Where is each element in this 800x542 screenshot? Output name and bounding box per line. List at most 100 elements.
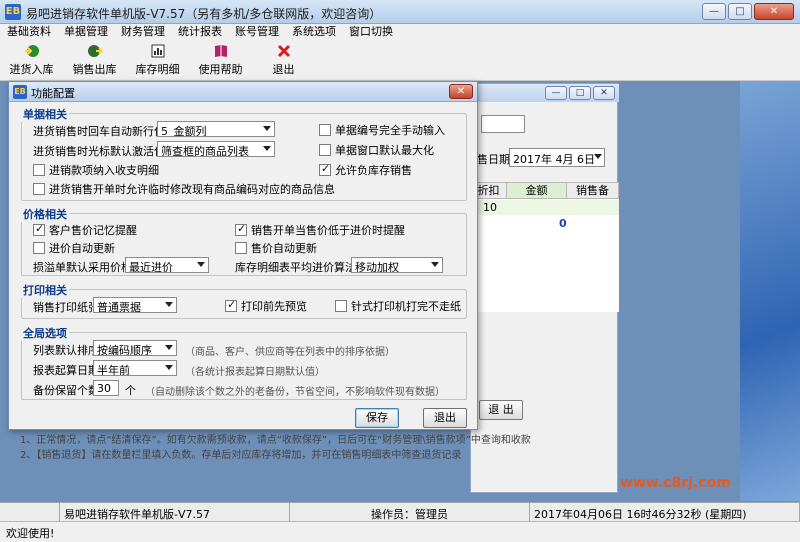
- sales-close-button[interactable]: ✕: [593, 86, 615, 100]
- sales-maximize-button[interactable]: □: [569, 86, 591, 100]
- manual-number-checkbox[interactable]: 单据编号完全手动输入: [319, 122, 445, 138]
- inventory-label: 库存明细: [135, 63, 180, 76]
- chevron-down-icon: [263, 126, 271, 131]
- status-bar: 易吧进销存软件单机版-V7.57 操作员：管理员 2017年04月06日 16时…: [0, 502, 800, 522]
- exit-label: 退出: [272, 63, 295, 76]
- enter-position-label: 进货销售时回车自动新行位置: [33, 125, 176, 138]
- backup-count-label: 备份保留个数: [33, 384, 99, 397]
- sales-exit-button[interactable]: 退 出: [479, 400, 523, 420]
- chevron-down-icon: [263, 146, 271, 151]
- price-group-title: 价格相关: [21, 206, 69, 222]
- below-cost-checkbox-label: 销售开单当售价低于进价时提醒: [251, 224, 405, 237]
- inventory-button[interactable]: 库存明细: [126, 39, 189, 81]
- menu-finance[interactable]: 财务管理: [114, 24, 171, 39]
- price-memory-checkbox[interactable]: 客户售价记忆提醒: [33, 222, 137, 238]
- paper-select[interactable]: 普通票据: [93, 297, 177, 313]
- cursor-position-select[interactable]: 筛查框的商品列表: [157, 141, 275, 157]
- dialog-exit-button[interactable]: 退出: [423, 408, 467, 428]
- price-memory-checkbox-label: 客户售价记忆提醒: [49, 224, 137, 237]
- app-title: 易吧进销存软件单机版-V7.57（另有多机/多仓联网版，欢迎咨询）: [26, 7, 382, 21]
- table-row[interactable]: 10: [471, 200, 619, 215]
- checkbox-box: [235, 242, 247, 254]
- config-dialog-titlebar: EB 功能配置 ✕: [9, 82, 477, 102]
- loss-price-value: 最近进价: [129, 261, 173, 273]
- sales-window: — □ ✕ 售日期 2017年 4月 6日 折扣 金额 销售备 10 0 退 出: [470, 83, 619, 493]
- minimize-button[interactable]: —: [702, 3, 726, 20]
- needle-printer-checkbox-label: 针式打印机打完不走纸: [351, 300, 461, 313]
- receipt-checkbox[interactable]: 进销款项纳入收支明细: [33, 162, 159, 178]
- menu-documents[interactable]: 单据管理: [57, 24, 114, 39]
- below-cost-checkbox[interactable]: 销售开单当售价低于进价时提醒: [235, 222, 405, 238]
- sales-customer-input[interactable]: [481, 115, 525, 133]
- avg-cost-value: 移动加权: [355, 261, 399, 273]
- site-watermark: www.c8rj.com: [620, 475, 731, 491]
- avg-cost-select[interactable]: 移动加权: [351, 257, 443, 273]
- sales-minimize-button[interactable]: —: [545, 86, 567, 100]
- welcome-bar: 欢迎使用!: [0, 521, 800, 542]
- print-preview-checkbox-label: 打印前先预览: [241, 300, 307, 313]
- dialog-title: 功能配置: [31, 87, 75, 100]
- negative-stock-checkbox[interactable]: 允许负库存销售: [319, 162, 412, 178]
- menu-system-options[interactable]: 系统选项: [285, 24, 342, 39]
- close-button[interactable]: ✕: [754, 3, 794, 20]
- sales-date-value: 2017年 4月 6日: [513, 153, 595, 166]
- table-row[interactable]: 0: [471, 216, 619, 231]
- menu-accounts[interactable]: 账号管理: [228, 24, 285, 39]
- status-spacer: [0, 503, 60, 522]
- maximize-button[interactable]: □: [728, 3, 752, 20]
- doc-group-title: 单据相关: [21, 106, 69, 122]
- enter-position-select[interactable]: 5_金额列: [157, 121, 275, 137]
- print-group-title: 打印相关: [21, 282, 69, 298]
- sales-window-titlebar: — □ ✕: [471, 84, 619, 102]
- sales-date-picker[interactable]: 2017年 4月 6日: [509, 148, 605, 167]
- auto-sale-price-checkbox-label: 售价自动更新: [251, 242, 317, 255]
- sort-value: 按编码顺序: [97, 344, 152, 356]
- cursor-position-value: 筛查框的商品列表: [161, 145, 249, 157]
- negative-stock-checkbox-label: 允许负库存销售: [335, 164, 412, 177]
- sort-hint: （商品、客户、供应商等在列表中的排序依据）: [185, 347, 395, 358]
- sales-date-label: 售日期: [477, 153, 510, 166]
- outbound-button[interactable]: 销售出库: [63, 39, 126, 81]
- welcome-text: 欢迎使用!: [6, 527, 55, 540]
- auto-sale-price-checkbox[interactable]: 售价自动更新: [235, 240, 317, 256]
- row1-discount: 10: [483, 201, 497, 214]
- modify-item-checkbox[interactable]: 进货销售开单时允许临时修改现有商品编码对应的商品信息: [33, 181, 335, 197]
- auto-purchase-price-checkbox[interactable]: 进价自动更新: [33, 240, 115, 256]
- inbound-icon: [24, 45, 39, 57]
- backup-hint: （自动删除该个数之外的老备份，节省空间，不影响软件现有数据）: [145, 387, 445, 398]
- toolbar: 进货入库 销售出库 库存明细 使用帮助 退出: [0, 39, 800, 81]
- checkbox-box: [335, 300, 347, 312]
- dialog-close-button[interactable]: ✕: [449, 84, 473, 99]
- checkbox-box: [33, 183, 45, 195]
- help-button[interactable]: 使用帮助: [189, 39, 252, 81]
- inbound-button[interactable]: 进货入库: [0, 39, 63, 81]
- menu-reports[interactable]: 统计报表: [171, 24, 228, 39]
- sales-items-grid[interactable]: 折扣 金额 销售备 10 0: [471, 182, 619, 312]
- report-date-select[interactable]: 半年前: [93, 360, 177, 376]
- report-date-hint: （各统计报表起算日期默认值）: [185, 367, 325, 378]
- maximize-window-checkbox[interactable]: 单据窗口默认最大化: [319, 142, 434, 158]
- sort-select[interactable]: 按编码顺序: [93, 340, 177, 356]
- config-dialog: EB 功能配置 ✕ 单据相关 进货销售时回车自动新行位置 5_金额列 进货销售时…: [8, 81, 478, 430]
- menu-basic-data[interactable]: 基础资料: [0, 24, 57, 39]
- window-controls: — □ ✕: [702, 3, 794, 20]
- loss-price-select[interactable]: 最近进价: [125, 257, 209, 273]
- exit-button[interactable]: 退出: [252, 39, 315, 81]
- checkbox-box: [319, 162, 331, 176]
- enter-position-value: 5_金额列: [161, 125, 207, 137]
- backup-count-input[interactable]: 30: [93, 380, 119, 396]
- needle-printer-checkbox[interactable]: 针式打印机打完不走纸: [335, 298, 461, 314]
- status-operator: 操作员：管理员: [290, 503, 530, 522]
- report-date-label: 报表起算日期: [33, 364, 99, 377]
- chevron-down-icon: [165, 302, 173, 307]
- save-button[interactable]: 保存: [355, 408, 399, 428]
- menu-window-switch[interactable]: 窗口切换: [342, 24, 399, 39]
- note-2: 2、【销售退货】请在数量栏里填入负数。存单后对应库存将增加，并可在销售明细表中筛…: [20, 450, 462, 461]
- checkbox-box: [33, 164, 45, 176]
- global-group-title: 全局选项: [21, 325, 69, 341]
- sales-grid-header: 折扣 金额 销售备: [471, 183, 619, 199]
- help-book-icon: [214, 45, 227, 57]
- paper-label: 销售打印纸张: [33, 301, 99, 314]
- print-preview-checkbox[interactable]: 打印前先预览: [225, 298, 307, 314]
- chevron-down-icon: [165, 345, 173, 350]
